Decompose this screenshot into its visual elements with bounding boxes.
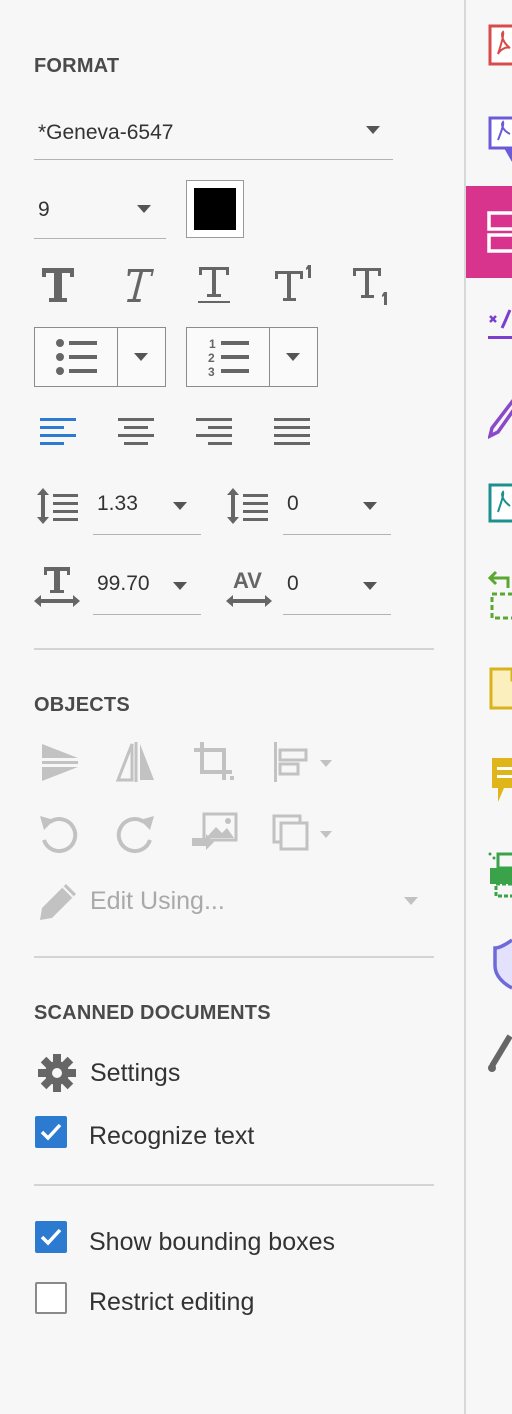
align-center-icon[interactable] [116,415,156,447]
character-spacing-dropdown[interactable]: 0 [283,566,391,615]
svg-text:1: 1 [209,337,216,351]
justify-icon[interactable] [272,415,312,447]
protect-icon[interactable] [492,936,512,992]
paragraph-spacing-icon [227,488,268,524]
format-panel: FORMAT *Geneva-6547 9 1 2 3 1.33 0 99.70… [0,0,464,1414]
horizontal-scale-icon [34,567,80,607]
flip-horizontal-icon[interactable] [114,740,158,784]
chevron-down-icon [366,126,380,134]
font-size-dropdown[interactable]: 9 [34,192,166,239]
gear-icon [38,1054,76,1092]
superscript-icon[interactable] [272,262,316,306]
rotate-left-icon[interactable] [36,812,82,856]
chevron-down-icon[interactable] [286,353,300,361]
paragraph-spacing-dropdown[interactable]: 0 [283,486,391,535]
line-spacing-icon [37,488,78,524]
comment-icon[interactable] [490,756,512,808]
format-section-title: FORMAT [34,55,120,77]
svg-text:2: 2 [208,351,215,365]
print-production-icon[interactable] [486,848,512,900]
edit-using-label[interactable]: Edit Using... [90,887,225,916]
arrange-objects-icon[interactable] [270,812,336,856]
bullet-list-icon [56,339,97,375]
font-family-value: *Geneva-6547 [38,121,174,144]
text-color-fill [194,188,236,230]
section-divider [34,956,434,958]
line-spacing-dropdown[interactable]: 1.33 [93,486,201,535]
align-left-icon[interactable] [38,415,78,447]
chevron-down-icon [173,582,187,590]
checkmark-icon [40,1123,62,1141]
show-bounding-boxes-label[interactable]: Show bounding boxes [89,1228,335,1257]
section-divider [34,648,434,650]
replace-image-icon[interactable] [190,810,240,856]
chevron-down-icon [173,502,187,510]
restrict-editing-label[interactable]: Restrict editing [89,1288,254,1317]
line-spacing-value: 1.33 [97,492,138,515]
restrict-editing-checkbox[interactable] [35,1282,67,1314]
fill-sign-icon[interactable] [488,306,512,342]
chevron-down-icon[interactable] [404,897,418,905]
bold-icon[interactable] [36,262,80,306]
scan-ocr-icon[interactable] [488,666,512,712]
show-bounding-boxes-checkbox[interactable] [35,1221,67,1253]
flip-vertical-icon[interactable] [38,740,82,784]
scanned-documents-section-title: SCANNED DOCUMENTS [34,1002,271,1024]
combine-files-icon[interactable] [488,482,512,526]
organize-pages-icon[interactable] [488,570,512,622]
character-spacing-icon: AV [226,568,272,607]
align-right-icon[interactable] [194,415,234,447]
chevron-down-icon[interactable] [134,353,148,361]
subscript-icon[interactable] [350,262,394,306]
checkmark-icon [40,1228,62,1246]
paragraph-spacing-value: 0 [287,492,299,515]
create-pdf-icon[interactable] [488,24,512,68]
font-family-dropdown[interactable]: *Geneva-6547 [34,115,393,160]
pencil-icon [40,884,76,920]
recognize-text-checkbox[interactable] [35,1116,67,1148]
crop-icon[interactable] [192,740,236,784]
edit-pdf-icon [487,211,512,253]
objects-section-title: OBJECTS [34,694,130,716]
character-spacing-value: 0 [287,572,299,595]
export-pdf-icon[interactable] [488,112,512,164]
font-size-value: 9 [38,198,50,221]
split-divider [269,328,270,386]
svg-text:3: 3 [208,365,215,378]
split-divider [117,328,118,386]
section-divider [34,1184,434,1186]
chevron-down-icon [137,205,151,213]
bullet-list-button[interactable] [34,327,166,387]
horizontal-scale-value: 99.70 [97,572,150,595]
recognize-text-label[interactable]: Recognize text [89,1122,254,1151]
italic-icon[interactable] [114,262,158,306]
chevron-down-icon [363,582,377,590]
horizontal-scale-dropdown[interactable]: 99.70 [93,566,201,615]
numbered-list-button[interactable]: 1 2 3 [186,327,318,387]
tools-icon[interactable] [488,1026,512,1078]
settings-button[interactable]: Settings [90,1059,180,1088]
underline-icon[interactable] [192,262,236,306]
numbered-list-icon: 1 2 3 [208,337,249,378]
align-objects-icon[interactable] [270,740,336,784]
request-signature-icon[interactable] [488,392,512,440]
edit-pdf-tool[interactable] [466,186,512,278]
svg-text:AV: AV [233,568,262,593]
text-color-swatch[interactable] [186,180,244,238]
chevron-down-icon [363,502,377,510]
rotate-right-icon[interactable] [112,812,158,856]
